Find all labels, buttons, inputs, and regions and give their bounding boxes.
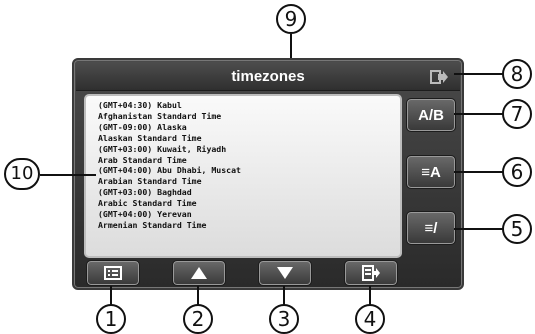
list-button[interactable] (86, 260, 140, 286)
list-item[interactable]: Alaskan Standard Time (98, 133, 394, 144)
arrow-up-icon (191, 267, 207, 279)
callout-10: 10 (4, 158, 40, 190)
sort-offset-button[interactable]: ≡/ (406, 211, 456, 245)
callout-8-line (454, 73, 504, 75)
scroll-up-button[interactable] (172, 260, 226, 286)
window-title: timezones (231, 67, 305, 85)
list-item[interactable]: (GMT+04:00) Abu Dhabi, Muscat (98, 165, 394, 176)
timezones-window: timezones (GMT+04:30) Kabul Afghanistan … (72, 58, 464, 290)
callout-3-line (283, 286, 285, 306)
callout-8: 8 (502, 59, 532, 89)
callout-5: 5 (502, 214, 532, 244)
scroll-down-button[interactable] (258, 260, 312, 286)
callout-7-line (454, 113, 504, 115)
callout-3: 3 (269, 304, 299, 334)
callout-2-line (197, 286, 199, 306)
timezone-list[interactable]: (GMT+04:30) Kabul Afghanistan Standard T… (84, 94, 402, 258)
sort-alpha-button[interactable]: ≡A (406, 155, 456, 189)
title-bar: timezones (76, 62, 460, 91)
list-item[interactable]: (GMT+03:00) Kuwait, Riyadh (98, 144, 394, 155)
list-item[interactable]: Arabian Standard Time (98, 176, 394, 187)
callout-6: 6 (502, 157, 532, 187)
callout-10-line (40, 174, 96, 176)
list-item[interactable]: Afghanistan Standard Time (98, 111, 394, 122)
list-item[interactable]: (GMT+04:30) Kabul (98, 100, 394, 111)
select-button[interactable] (344, 260, 398, 286)
callout-4-line (369, 286, 371, 306)
select-icon (362, 265, 380, 281)
arrow-down-icon (277, 267, 293, 279)
ab-button-label: A/B (418, 106, 444, 124)
exit-icon[interactable] (430, 70, 448, 84)
callout-1: 1 (96, 304, 126, 334)
callout-4: 4 (355, 304, 385, 334)
ab-button[interactable]: A/B (406, 98, 456, 132)
callout-9: 9 (276, 4, 306, 34)
callout-9-line (290, 34, 292, 60)
callout-6-line (454, 171, 504, 173)
sort-alpha-label: ≡A (421, 163, 441, 181)
list-item[interactable]: Arabic Standard Time (98, 198, 394, 209)
list-item[interactable]: Armenian Standard Time (98, 220, 394, 231)
list-item[interactable]: (GMT-09:00) Alaska (98, 122, 394, 133)
list-item[interactable]: Arab Standard Time (98, 155, 394, 166)
list-item[interactable]: (GMT+03:00) Baghdad (98, 187, 394, 198)
callout-7: 7 (502, 99, 532, 129)
callout-1-line (110, 286, 112, 306)
callout-2: 2 (183, 304, 213, 334)
callout-5-line (454, 228, 504, 230)
list-item[interactable]: (GMT+04:00) Yerevan (98, 209, 394, 220)
sort-offset-label: ≡/ (424, 219, 438, 237)
list-icon (104, 266, 122, 280)
